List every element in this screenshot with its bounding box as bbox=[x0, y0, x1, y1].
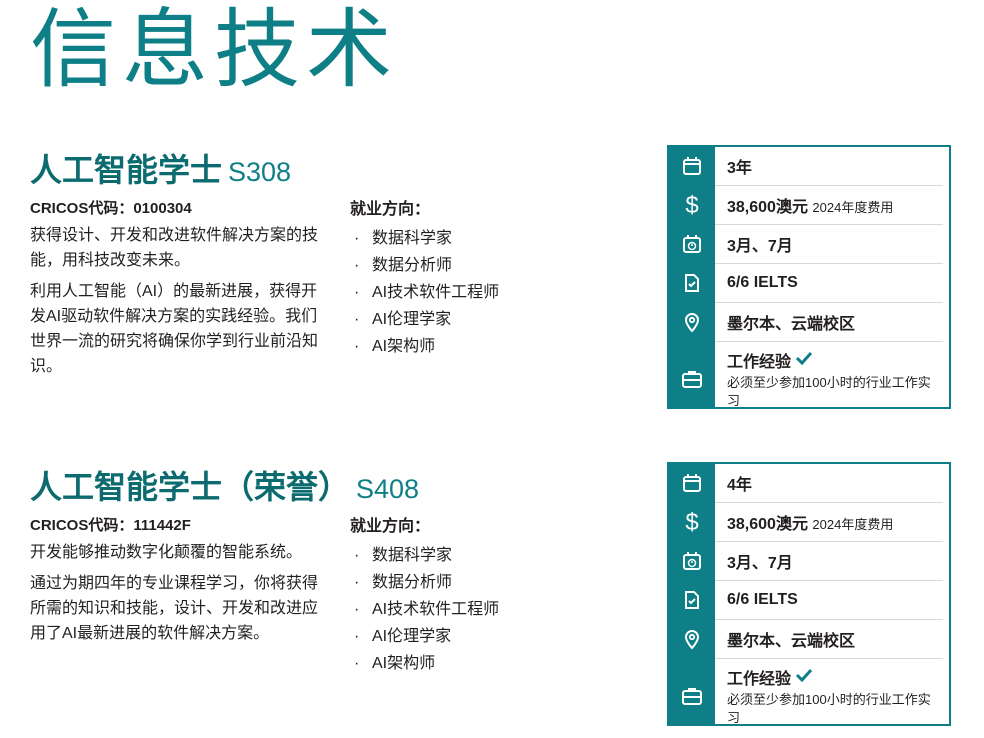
fee-row: $ 38,600澳元 2024年度费用 bbox=[685, 503, 943, 542]
document-check-icon bbox=[669, 581, 715, 619]
cricos-code: CRICOS代码：0100304 bbox=[30, 200, 192, 217]
work-experience-label: 工作经验 bbox=[727, 671, 792, 688]
checkmark-icon bbox=[795, 351, 813, 370]
svg-text:$: $ bbox=[685, 193, 698, 217]
career-item: · 数据科学家 bbox=[354, 547, 453, 564]
briefcase-icon bbox=[669, 677, 715, 715]
calendar-icon bbox=[669, 147, 715, 185]
career-heading: 就业方向： bbox=[350, 201, 431, 218]
intake-row: 3月、7月 bbox=[683, 225, 943, 264]
campus-row: 墨尔本、云端校区 bbox=[684, 303, 943, 342]
program-title: 人工智能学士（荣誉） S408 bbox=[30, 462, 419, 508]
description-paragraph: 利用人工智能（AI）的最新进展，获得开发AI驱动软件解决方案的实践经验。我们世界… bbox=[30, 283, 319, 375]
fee-row: $ 38,600澳元 2024年度费用 bbox=[685, 186, 943, 225]
duration-value: 3年 bbox=[727, 160, 752, 177]
intake-value: 3月、7月 bbox=[727, 238, 793, 255]
program-info-box: 4年 $ 38,600澳元 2024年度费用 3月、7月 6/6 IELTS 墨… bbox=[667, 462, 951, 726]
description-paragraph: 获得设计、开发和改进软件解决方案的技能，用科技改变未来。 bbox=[30, 227, 319, 269]
work-experience-row: 工作经验 必须至少参加100小时的行业工作实习 bbox=[682, 659, 943, 731]
career-item: · 数据分析师 bbox=[354, 574, 453, 591]
program-description: 开发能够推动数字化颠覆的智能系统。 通过为期四年的专业课程学习，你将获得所需的知… bbox=[30, 540, 322, 652]
dollar-icon: $ bbox=[669, 186, 715, 224]
program-info-box: 3年 $ 38,600澳元 2024年度费用 3月、7月 6/6 IELTS 墨… bbox=[667, 145, 951, 409]
program-section: 人工智能学士（荣誉） S408 CRICOS代码：111442F 开发能够推动数字… bbox=[0, 462, 984, 732]
work-experience-note: 必须至少参加100小时的行业工作实习 bbox=[727, 375, 931, 408]
career-list: 就业方向： · 数据科学家 · 数据分析师 · AI技术软件工程师 · AI伦理学家 ·… bbox=[350, 512, 630, 677]
calendar-clock-icon bbox=[669, 225, 715, 263]
briefcase-icon bbox=[669, 360, 715, 398]
program-title: 人工智能学士 S308 bbox=[30, 145, 291, 191]
career-item: · AI伦理学家 bbox=[354, 311, 452, 328]
calendar-icon bbox=[669, 464, 715, 502]
work-experience-row: 工作经验 必须至少参加100小时的行业工作实习 bbox=[682, 342, 943, 414]
career-list: 就业方向： · 数据科学家 · 数据分析师 · AI技术软件工程师 · AI伦理学家 ·… bbox=[350, 195, 630, 360]
program-code: S308 bbox=[228, 157, 292, 187]
description-paragraph: 开发能够推动数字化颠覆的智能系统。 bbox=[30, 544, 303, 561]
document-check-icon bbox=[669, 264, 715, 302]
career-item: · AI伦理学家 bbox=[354, 628, 452, 645]
ielts-row: 6/6 IELTS bbox=[685, 581, 943, 620]
campus-row: 墨尔本、云端校区 bbox=[684, 620, 943, 659]
calendar-clock-icon bbox=[669, 542, 715, 580]
work-experience-label: 工作经验 bbox=[727, 354, 792, 371]
fee-note: 2024年度费用 bbox=[812, 200, 894, 215]
program-section: 人工智能学士 S308 CRICOS代码：0100304 获得设计、开发和改进软件… bbox=[0, 145, 984, 415]
program-title-text: 人工智能学士（荣誉） bbox=[30, 469, 351, 505]
duration-row: 4年 bbox=[683, 464, 943, 503]
ielts-row: 6/6 IELTS bbox=[685, 264, 943, 303]
fee-value: 38,600澳元 bbox=[727, 199, 808, 216]
fee-value: 38,600澳元 bbox=[727, 516, 808, 533]
ielts-value: 6/6 IELTS bbox=[727, 591, 798, 608]
cricos-code: CRICOS代码：111442F bbox=[30, 517, 191, 534]
fee-note: 2024年度费用 bbox=[812, 517, 894, 532]
duration-row: 3年 bbox=[683, 147, 943, 186]
career-item: · AI技术软件工程师 bbox=[354, 601, 500, 618]
campus-value: 墨尔本、云端校区 bbox=[727, 633, 856, 650]
dollar-icon: $ bbox=[669, 503, 715, 541]
career-item: · AI技术软件工程师 bbox=[354, 284, 500, 301]
program-title-text: 人工智能学士 bbox=[30, 152, 223, 188]
description-paragraph: 通过为期四年的专业课程学习，你将获得所需的知识和技能，设计、开发和改进应用了AI… bbox=[30, 575, 319, 642]
career-item: · AI架构师 bbox=[354, 338, 436, 355]
svg-text:$: $ bbox=[685, 510, 698, 534]
work-experience-note: 必须至少参加100小时的行业工作实习 bbox=[727, 692, 931, 725]
program-description: 获得设计、开发和改进软件解决方案的技能，用科技改变未来。 利用人工智能（AI）的… bbox=[30, 223, 322, 385]
career-item: · 数据分析师 bbox=[354, 257, 453, 274]
intake-value: 3月、7月 bbox=[727, 555, 793, 572]
page-title: 信息技术 bbox=[30, 2, 398, 98]
career-heading: 就业方向： bbox=[350, 518, 431, 535]
intake-row: 3月、7月 bbox=[683, 542, 943, 581]
program-code: S408 bbox=[356, 474, 420, 504]
career-item: · AI架构师 bbox=[354, 655, 436, 672]
career-item: · 数据科学家 bbox=[354, 230, 453, 247]
duration-value: 4年 bbox=[727, 477, 752, 494]
campus-value: 墨尔本、云端校区 bbox=[727, 316, 856, 333]
location-pin-icon bbox=[669, 303, 715, 341]
location-pin-icon bbox=[669, 620, 715, 658]
ielts-value: 6/6 IELTS bbox=[727, 274, 798, 291]
checkmark-icon bbox=[795, 668, 813, 687]
